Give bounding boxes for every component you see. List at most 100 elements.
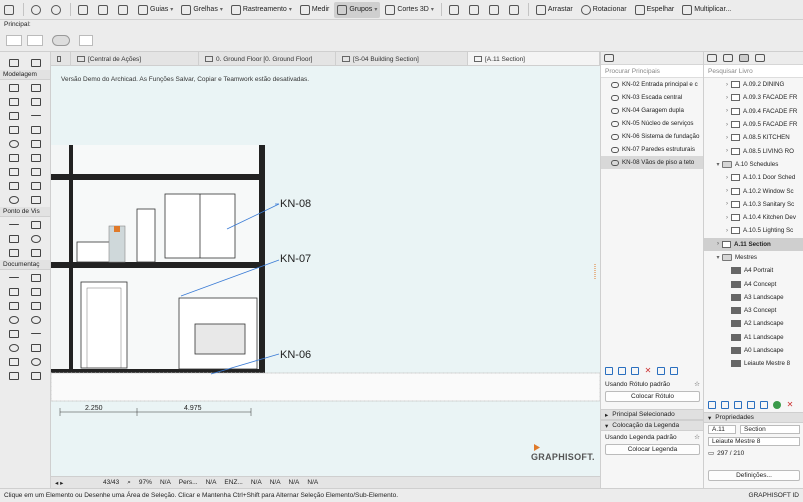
tree-item[interactable]: A4 Concept xyxy=(704,277,803,290)
object-tool[interactable] xyxy=(25,151,47,164)
nav-arrows[interactable]: ◂ ▸ xyxy=(55,479,95,487)
mesh-tool[interactable] xyxy=(25,179,47,192)
tracking-button[interactable]: Rastreamento ▾ xyxy=(228,2,295,18)
adjust-button[interactable] xyxy=(486,2,504,18)
chevron-right-icon[interactable]: › xyxy=(723,122,731,128)
chevron-down-icon[interactable]: ▾ xyxy=(714,254,722,261)
tree-item[interactable]: › A.10.5 Lighting Sc xyxy=(704,224,803,237)
keynote-item[interactable]: KN-08 Vãos de piso a teto xyxy=(601,156,703,169)
tree-item[interactable]: › A.10.4 Kitchen Dev xyxy=(704,211,803,224)
legend-placement-panel[interactable]: ▾ Colocação da Legenda xyxy=(601,420,703,431)
morph-tool[interactable] xyxy=(3,151,25,164)
section-tool[interactable] xyxy=(3,218,25,231)
tree-item[interactable]: A2 Landscape xyxy=(704,317,803,330)
keynote-search-input[interactable]: Procurar Principais xyxy=(601,65,703,78)
pen-set-field[interactable]: N/A xyxy=(270,479,281,486)
project-map-icon[interactable] xyxy=(707,54,717,62)
cloud-icon[interactable] xyxy=(604,54,614,62)
chevron-right-icon[interactable]: › xyxy=(723,215,731,221)
angle-dimension-tool[interactable] xyxy=(25,285,47,298)
zoom-level[interactable]: 97% xyxy=(139,479,152,486)
detail-tool[interactable] xyxy=(3,246,25,259)
properties-panel[interactable]: ▾ Propriedades xyxy=(704,412,803,423)
star-icon[interactable]: ☆ xyxy=(694,433,700,441)
multiply-button[interactable]: Multiplicar... xyxy=(679,2,734,18)
change-tool[interactable] xyxy=(25,246,47,259)
level-dimension-tool[interactable] xyxy=(25,271,47,284)
new-folder-icon[interactable] xyxy=(618,367,626,375)
polyline-tool[interactable] xyxy=(25,341,47,354)
add-icon[interactable] xyxy=(605,367,613,375)
spline-tool[interactable] xyxy=(3,355,25,368)
drag-button[interactable]: Arrastar xyxy=(533,2,576,18)
railing-tool[interactable] xyxy=(25,165,47,178)
toolbox-section-modeling[interactable]: Modelagem xyxy=(0,70,50,80)
chevron-right-icon[interactable]: › xyxy=(723,108,731,114)
tree-item[interactable]: › A.08.5 LIVING RO xyxy=(704,144,803,157)
dimension-tool[interactable] xyxy=(3,271,25,284)
dimension-style-field[interactable]: N/A xyxy=(307,479,318,486)
chevron-right-icon[interactable]: › xyxy=(723,148,731,154)
label-tool[interactable] xyxy=(25,299,47,312)
lamp-tool[interactable] xyxy=(3,193,25,206)
3d-cuts-button[interactable]: Cortes 3D ▾ xyxy=(382,2,437,18)
drawing-tool[interactable] xyxy=(25,369,47,382)
tree-item[interactable]: A3 Concept xyxy=(704,304,803,317)
delete-icon[interactable]: ✕ xyxy=(786,401,794,409)
tree-item[interactable]: A3 Landscape xyxy=(704,291,803,304)
chevron-right-icon[interactable]: › xyxy=(723,201,731,207)
keynote-tool[interactable] xyxy=(25,313,47,326)
chevron-down-icon[interactable]: ▾ xyxy=(714,161,722,168)
tree-item[interactable]: › A.10.3 Sanitary Sc xyxy=(704,198,803,211)
stair-tool[interactable] xyxy=(3,165,25,178)
text-tool[interactable] xyxy=(3,299,25,312)
new-master-icon[interactable] xyxy=(734,401,742,409)
model-view-field[interactable]: N/A xyxy=(289,479,300,486)
curtain-wall-tool[interactable] xyxy=(25,81,47,94)
chevron-right-icon[interactable]: › xyxy=(723,82,731,88)
renovation-field[interactable]: ENZ... xyxy=(224,479,242,486)
layout-id-field[interactable]: A.11 xyxy=(708,424,736,434)
keynote-kn07[interactable]: KN-07 xyxy=(280,253,311,265)
tab-ground-floor[interactable]: 0. Ground Floor [0. Ground Floor] xyxy=(199,52,336,65)
tree-item[interactable]: ▾ Mestres xyxy=(704,251,803,264)
scale-field[interactable]: N/A xyxy=(160,479,171,486)
fill-tool[interactable] xyxy=(3,327,25,340)
figure-tool[interactable] xyxy=(3,369,25,382)
layer-field[interactable]: N/A xyxy=(206,479,217,486)
keynote-kn06[interactable]: KN-06 xyxy=(280,349,311,361)
publisher-icon[interactable] xyxy=(755,54,765,62)
chevron-right-icon[interactable]: › xyxy=(723,188,731,194)
keynote-item[interactable]: KN-07 Paredes estruturais xyxy=(601,143,703,156)
view-map-icon[interactable] xyxy=(723,54,733,62)
opening-tool[interactable] xyxy=(25,193,47,206)
arrow-tool-button[interactable] xyxy=(79,35,93,46)
groups-button[interactable]: Grupos ▾ xyxy=(334,1,381,18)
skylight-tool[interactable] xyxy=(25,137,47,150)
tree-item[interactable]: › A.09.4 FACADE FR xyxy=(704,105,803,118)
new-subset-icon[interactable] xyxy=(721,401,729,409)
tree-item[interactable]: › A.09.2 DINING xyxy=(704,78,803,91)
keynote-item[interactable]: KN-02 Entrada principal e c xyxy=(601,78,703,91)
home-button[interactable] xyxy=(1,2,19,18)
select-tool-button[interactable] xyxy=(75,2,93,18)
tab-building-section[interactable]: [S-04 Building Section] xyxy=(336,52,468,65)
shell-tool[interactable] xyxy=(3,137,25,150)
window-tool[interactable] xyxy=(25,95,47,108)
tree-item[interactable]: ▾ A.10 Schedules xyxy=(704,158,803,171)
clone-icon[interactable] xyxy=(747,401,755,409)
worksheet-tool[interactable] xyxy=(25,232,47,245)
tree-item[interactable]: A0 Landscape xyxy=(704,344,803,357)
chevron-right-icon[interactable]: › xyxy=(723,95,731,101)
keynote-item[interactable]: KN-03 Escada central xyxy=(601,91,703,104)
arrow-style-select[interactable] xyxy=(6,35,22,46)
chevron-right-icon[interactable]: › xyxy=(723,228,731,234)
layout-book-icon[interactable] xyxy=(739,54,749,62)
keynote-item[interactable]: KN-04 Garagem dupla xyxy=(601,104,703,117)
publish-icon[interactable] xyxy=(760,401,768,409)
chevron-right-icon[interactable]: › xyxy=(714,241,722,247)
tree-item[interactable]: A4 Portrait xyxy=(704,264,803,277)
tree-item[interactable]: › A.11 Section xyxy=(704,237,803,251)
tree-item[interactable]: › A.10.2 Window Sc xyxy=(704,184,803,197)
export-icon[interactable] xyxy=(670,367,678,375)
